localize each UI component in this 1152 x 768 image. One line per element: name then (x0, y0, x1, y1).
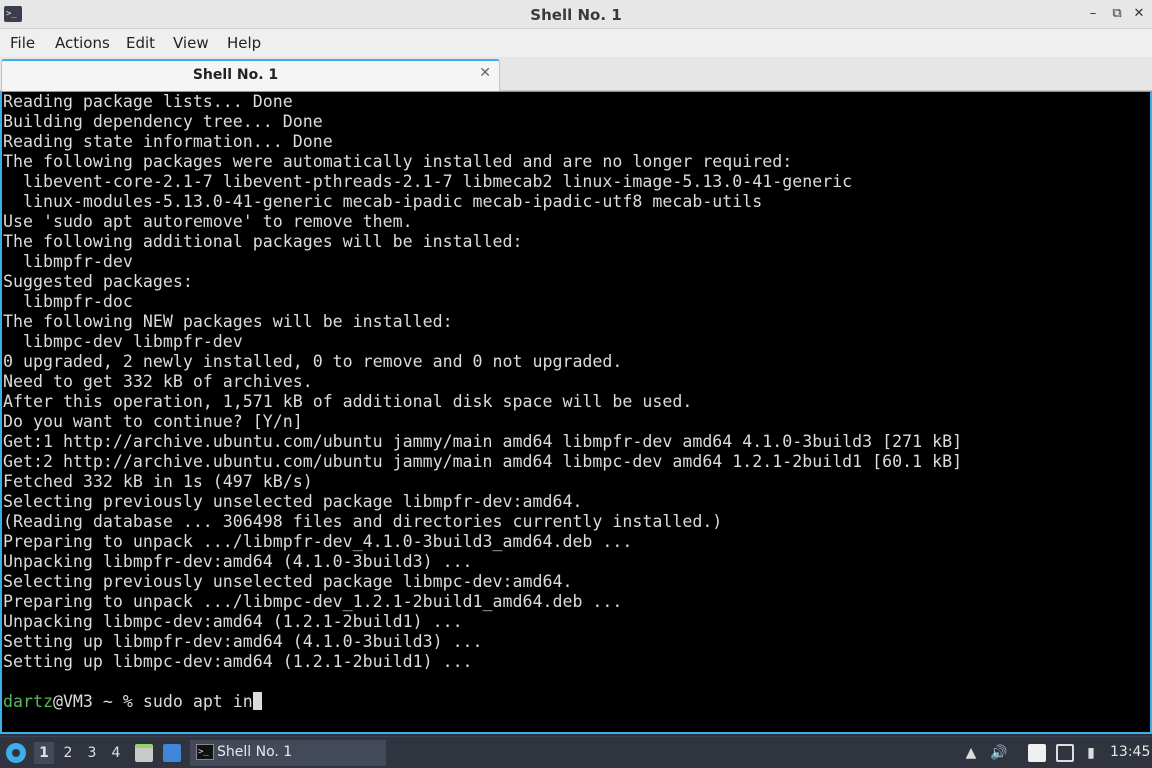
menu-edit[interactable]: Edit (126, 34, 155, 52)
prompt-host: @VM3 ~ % (52, 692, 143, 711)
terminal-line: Do you want to continue? [Y/n] (3, 412, 303, 431)
terminal-line: Building dependency tree... Done (3, 112, 323, 131)
start-menu-icon[interactable] (6, 743, 26, 763)
show-desktop-icon[interactable] (163, 744, 181, 762)
terminal-line: Selecting previously unselected package … (3, 492, 583, 511)
file-manager-icon[interactable] (135, 744, 153, 762)
terminal-line: Get:2 http://archive.ubuntu.com/ubuntu j… (3, 452, 963, 471)
terminal-line: Need to get 332 kB of archives. (3, 372, 313, 391)
taskbar: 1 2 3 4 >_ Shell No. 1 ▲ 🔊 ▮ 13:45 (0, 736, 1152, 768)
desktop-1-button[interactable]: 1 (34, 742, 54, 764)
terminal-line: Setting up libmpfr-dev:amd64 (4.1.0-3bui… (3, 632, 483, 651)
text-cursor (252, 692, 262, 710)
tab-shell-1[interactable]: Shell No. 1 ✕ (1, 59, 500, 91)
terminal-line: libevent-core-2.1-7 libevent-pthreads-2.… (3, 172, 853, 191)
clock: 13:45 (1110, 744, 1151, 760)
menu-file[interactable]: File (10, 34, 35, 52)
terminal-line: Selecting previously unselected package … (3, 572, 573, 591)
terminal-output: Reading package lists... Done Building de… (3, 92, 962, 712)
close-button[interactable]: ✕ (1130, 4, 1148, 24)
task-shell-1[interactable]: >_ Shell No. 1 (190, 740, 386, 766)
terminal-line: The following additional packages will b… (3, 232, 523, 251)
menu-view[interactable]: View (173, 34, 209, 52)
terminal-view[interactable]: Reading package lists... Done Building de… (0, 91, 1152, 734)
menu-help[interactable]: Help (227, 34, 261, 52)
network-icon[interactable] (1056, 744, 1074, 762)
terminal-line: libmpfr-doc (3, 292, 133, 311)
command-input[interactable]: sudo apt in (143, 692, 253, 711)
terminal-line: The following NEW packages will be insta… (3, 312, 453, 331)
window-title: Shell No. 1 (530, 6, 622, 24)
terminal-line: 0 upgraded, 2 newly installed, 0 to remo… (3, 352, 623, 371)
terminal-line: Unpacking libmpc-dev:amd64 (1.2.1-2build… (3, 612, 463, 631)
terminal-icon: >_ (196, 744, 214, 760)
menu-bar: File Actions Edit View Help (0, 29, 1152, 57)
battery-icon[interactable]: ▮ (1082, 744, 1100, 762)
desktop-2-button[interactable]: 2 (58, 742, 78, 764)
terminal-line: After this operation, 1,571 kB of additi… (3, 392, 693, 411)
tab-label: Shell No. 1 (192, 67, 279, 83)
terminal-line: (Reading database ... 306498 files and d… (3, 512, 723, 531)
terminal-line: Unpacking libmpfr-dev:amd64 (4.1.0-3buil… (3, 552, 473, 571)
terminal-line: Preparing to unpack .../libmpfr-dev_4.1.… (3, 532, 633, 551)
terminal-line: Setting up libmpc-dev:amd64 (1.2.1-2buil… (3, 652, 473, 671)
terminal-line: Use 'sudo apt autoremove' to remove them… (3, 212, 413, 231)
prompt-user: dartz (3, 692, 53, 711)
terminal-line: Reading package lists... Done (3, 92, 293, 111)
terminal-line: Suggested packages: (3, 272, 193, 291)
task-label: Shell No. 1 (217, 744, 293, 760)
terminal-line: Preparing to unpack .../libmpc-dev_1.2.1… (3, 592, 623, 611)
desktop-4-button[interactable]: 4 (106, 742, 126, 764)
desktop-3-button[interactable]: 3 (82, 742, 102, 764)
terminal-line: libmpfr-dev (3, 252, 133, 271)
volume-icon[interactable]: 🔊 (990, 744, 1008, 762)
minimize-button[interactable]: – (1084, 4, 1102, 24)
terminal-line: Fetched 332 kB in 1s (497 kB/s) (3, 472, 313, 491)
prompt-line[interactable]: dartz@VM3 ~ % sudo apt in (3, 692, 962, 712)
clipboard-icon[interactable] (1028, 744, 1046, 762)
title-bar: >_ Shell No. 1 – ⧉ ✕ (0, 0, 1152, 29)
menu-actions[interactable]: Actions (55, 34, 110, 52)
maximize-button[interactable]: ⧉ (1108, 4, 1126, 24)
terminal-line: libmpc-dev libmpfr-dev (3, 332, 243, 351)
terminal-line: Get:1 http://archive.ubuntu.com/ubuntu j… (3, 432, 963, 451)
terminal-line: linux-modules-5.13.0-41-generic mecab-ip… (3, 192, 763, 211)
terminal-line: The following packages were automaticall… (3, 152, 793, 171)
tab-bar: Shell No. 1 ✕ (0, 57, 1152, 91)
terminal-line: Reading state information... Done (3, 132, 333, 151)
tab-close-icon[interactable]: ✕ (479, 65, 491, 81)
updates-icon[interactable]: ▲ (962, 744, 980, 762)
